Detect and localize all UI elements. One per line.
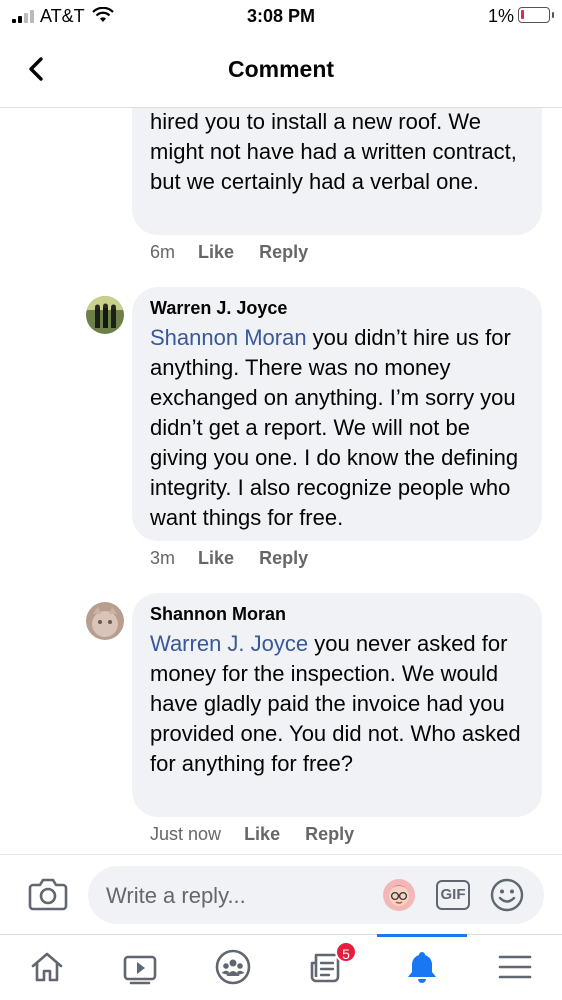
tab-watch[interactable]: [95, 935, 185, 1000]
avatar-sticker-icon[interactable]: [382, 878, 416, 912]
like-button[interactable]: Like: [198, 548, 234, 568]
notification-badge: 5: [335, 941, 357, 963]
clock: 3:08 PM: [246, 6, 316, 26]
comment-author[interactable]: Warren J. Joyce: [150, 293, 524, 323]
avatar[interactable]: [86, 602, 124, 640]
like-button[interactable]: Like: [198, 242, 234, 262]
comment-text: Warren J. Joyce you never asked for mone…: [150, 629, 524, 779]
gif-button[interactable]: GIF: [436, 880, 470, 910]
comment-bubble[interactable]: Warren J. Joyce Shannon Moran you didn’t…: [132, 287, 542, 541]
notifications-icon: [408, 952, 436, 983]
comment-bubble[interactable]: hired you to install a new roof. We migh…: [132, 108, 542, 235]
page-header: Comment: [0, 32, 562, 108]
comment-timestamp: Just now: [150, 824, 222, 844]
home-icon: [31, 952, 63, 982]
menu-icon: [498, 955, 532, 979]
reply-input[interactable]: Write a reply... GIF: [88, 866, 544, 924]
comment-timestamp: 6m: [150, 242, 176, 262]
tab-news[interactable]: 5: [281, 935, 371, 1000]
comment-text: Shannon Moran you didn’t hire us for any…: [150, 323, 524, 533]
reply-button[interactable]: Reply: [305, 824, 354, 844]
groups-icon: [215, 949, 251, 985]
comment-actions: 3m Like Reply: [150, 548, 328, 569]
reply-placeholder: Write a reply...: [106, 883, 246, 908]
battery-icon: [518, 7, 554, 23]
battery-percent: 1%: [488, 6, 515, 26]
reply-composer: Write a reply... GIF: [0, 854, 562, 934]
comment-body: you didn’t hire us for anything. There w…: [150, 325, 519, 530]
comment-author[interactable]: Shannon Moran: [150, 599, 524, 629]
like-button[interactable]: Like: [244, 824, 280, 844]
status-bar: AT&T 3:08 PM 1%: [0, 0, 562, 32]
comment-timestamp: 3m: [150, 548, 176, 568]
tab-home[interactable]: [2, 935, 92, 1000]
comment-thread[interactable]: hired you to install a new roof. We migh…: [0, 108, 562, 854]
tab-notifications[interactable]: [377, 934, 467, 1000]
mention-link[interactable]: Warren J. Joyce: [150, 631, 308, 656]
emoji-icon[interactable]: [490, 878, 524, 912]
tab-menu[interactable]: [470, 935, 560, 1000]
bottom-tab-bar: 5: [0, 934, 562, 1000]
comment-actions: Just now Like Reply: [150, 824, 374, 845]
page-title: Comment: [227, 56, 335, 82]
comment-bubble[interactable]: Shannon Moran Warren J. Joyce you never …: [132, 593, 542, 817]
reply-button[interactable]: Reply: [259, 548, 308, 568]
reply-button[interactable]: Reply: [259, 242, 308, 262]
tab-groups[interactable]: [188, 935, 278, 1000]
comment-actions: 6m Like Reply: [150, 242, 328, 263]
watch-icon: [123, 955, 157, 985]
camera-icon[interactable]: [28, 877, 68, 911]
comment-text: hired you to install a new roof. We migh…: [150, 109, 517, 194]
avatar[interactable]: [86, 296, 124, 334]
mention-link[interactable]: Shannon Moran: [150, 325, 307, 350]
